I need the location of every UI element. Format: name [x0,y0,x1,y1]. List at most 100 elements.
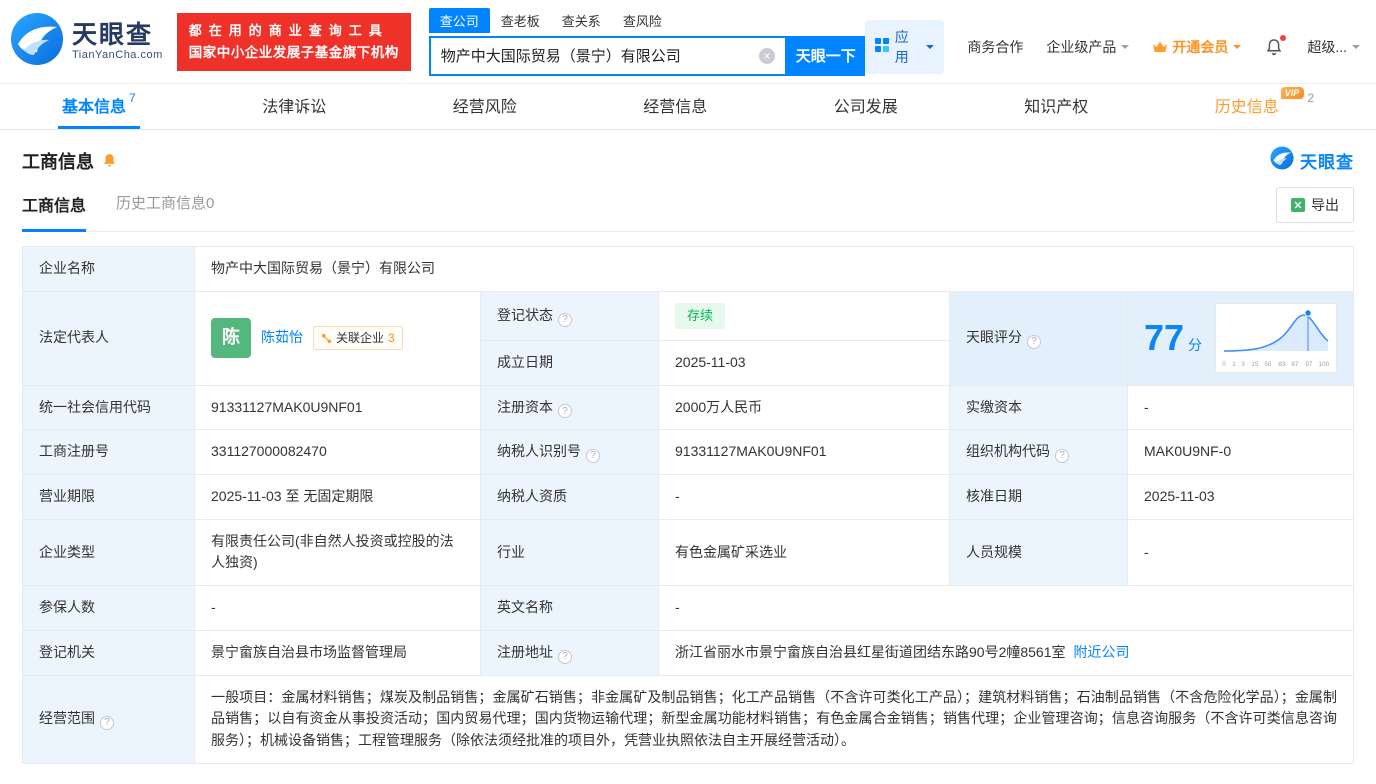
tab-operating-info[interactable]: 经营信息 [639,84,711,129]
field-value-credit-code: 91331127MAK0U9NF01 [194,384,481,431]
legal-rep-name-link[interactable]: 陈茹怡 [261,327,303,349]
search-tab-relation[interactable]: 查关系 [551,8,612,33]
tab-basic-info[interactable]: 基本信息 7 [58,84,140,129]
export-label: 导出 [1311,197,1339,213]
table-row: 参保人数 - 英文名称 - [22,585,1354,631]
tab-label: 经营信息 [643,99,708,116]
chevron-down-icon [1233,44,1242,53]
field-value-org-code: MAK0U9NF-0 [1127,429,1354,476]
field-label-text: 登记状态 [497,306,553,323]
field-value-en-name: - [658,585,1354,631]
axis-tick: 0 [1222,361,1226,368]
subtab-history-business-info[interactable]: 历史工商信息0 [116,192,214,232]
subscribe-bell-icon[interactable] [101,152,118,169]
field-label-legal-rep: 法定代表人 [22,290,195,386]
tab-legal-proceedings[interactable]: 法律诉讼 [258,84,330,129]
axis-tick: 50 [1264,361,1272,368]
field-value-paid-capital: - [1127,384,1354,431]
super-vip-menu[interactable]: 超级... [1307,37,1360,57]
crown-icon [1152,40,1168,54]
tab-label: 基本信息 [62,99,127,116]
axis-tick: 1 [1231,361,1236,368]
nearby-companies-link[interactable]: 附近公司 [1074,644,1130,660]
table-row: 统一社会信用代码 91331127MAK0U9NF01 注册资本? 2000万人… [22,384,1354,431]
table-row: 法定代表人 陈 陈茹怡 关联企业 3 登记状态 ? 存续 天眼评分 ? 77 分… [22,290,1354,386]
help-icon[interactable]: ? [558,312,572,327]
field-value-approve-date: 2025-11-03 [1127,474,1354,520]
axis-tick: 15 [1251,361,1259,368]
score-axis: 0 1 3 15 50 83 87 97 100 [1220,360,1332,371]
enterprise-product-menu[interactable]: 企业级产品 [1046,37,1130,57]
score-value: 77 [1144,317,1185,359]
field-label-industry: 行业 [480,518,659,587]
table-row: 企业名称 物产中大国际贸易（景宁）有限公司 [22,246,1354,292]
related-companies-label: 关联企业 [336,330,385,345]
subtab-row: 工商信息 历史工商信息0 导出 [22,187,1354,232]
help-icon[interactable]: ? [1055,449,1069,464]
tab-label: 公司发展 [833,99,898,116]
table-row: 经营范围? 一般项目：金属材料销售；煤炭及制品销售；金属矿石销售；非金属矿及制品… [22,674,1354,764]
vip-upgrade-menu[interactable]: 开通会员 [1152,37,1242,57]
header-right-nav: 应用 商务合作 企业级产品 开通会员 超级... [864,10,1360,74]
excel-icon [1291,198,1305,212]
field-value-reg-no: 331127000082470 [194,429,481,476]
search-area: 查公司 查老板 查关系 查风险 × 天眼一下 [428,7,865,76]
table-row: 企业类型 有限责任公司(非自然人投资或控股的法人独资) 行业 有色金属矿采选业 … [22,518,1354,587]
axis-tick: 83 [1278,361,1286,368]
tab-intellectual-property[interactable]: 知识产权 [1020,84,1092,129]
search-button[interactable]: 天眼一下 [786,35,865,76]
tab-history-info[interactable]: 历史信息 VIP 2 [1211,84,1318,129]
help-icon[interactable]: ? [1027,334,1041,349]
export-button[interactable]: 导出 [1276,187,1354,223]
tab-label: 知识产权 [1024,99,1089,116]
related-companies-badge[interactable]: 关联企业 3 [313,325,403,351]
field-label-en-name: 英文名称 [480,585,659,631]
content: 工商信息 天眼查 工商信息 历史工商信息0 导出 企业名称 物产中大国际贸易（景… [0,130,1376,784]
enterprise-product-label: 企业级产品 [1046,38,1117,55]
watermark-logo-text: 天眼查 [1300,153,1354,172]
field-value-taxpayer-quality: - [658,474,950,520]
search-input[interactable] [430,47,759,64]
field-value-company-name: 物产中大国际贸易（景宁）有限公司 [194,246,1354,292]
site-logo[interactable]: 天眼查 TianYanCha.com [10,12,163,71]
clear-icon[interactable]: × [758,47,775,64]
top-header: 天眼查 TianYanCha.com 都在用的商业查询工具 国家中小企业发展子基… [0,0,1376,84]
field-label-scope: 经营范围? [22,674,195,764]
field-label-org-code: 组织机构代码? [949,429,1128,476]
search-tabs: 查公司 查老板 查关系 查风险 [428,7,865,33]
apps-menu[interactable]: 应用 [864,19,945,74]
vip-upgrade-label: 开通会员 [1172,38,1229,55]
apps-grid-icon [874,38,889,55]
section-title: 工商信息 [22,151,94,172]
chevron-down-icon [1352,44,1360,53]
search-input-wrap: × [428,35,787,76]
notification-bell-icon[interactable] [1264,34,1287,57]
field-label-address: 注册地址? [480,629,659,676]
status-badge: 存续 [675,302,726,329]
search-tab-company[interactable]: 查公司 [428,7,490,33]
business-info-table: 企业名称 物产中大国际贸易（景宁）有限公司 法定代表人 陈 陈茹怡 关联企业 3… [22,246,1354,764]
field-label-staff: 人员规模 [949,518,1128,587]
help-icon[interactable]: ? [558,404,572,419]
promo-banner: 都在用的商业查询工具 国家中小企业发展子基金旗下机构 [176,12,411,71]
subtab-business-info[interactable]: 工商信息 [22,192,87,232]
field-label-text: 经营范围 [39,710,95,727]
help-icon[interactable]: ? [558,649,572,664]
field-label-taxpayer-quality: 纳税人资质 [480,474,659,520]
help-icon[interactable]: ? [586,449,600,464]
page: 天眼查 TianYanCha.com 都在用的商业查询工具 国家中小企业发展子基… [0,0,1376,784]
field-label-text: 注册地址 [497,643,553,660]
tab-company-development[interactable]: 公司发展 [830,84,902,129]
field-value-taxpayer-no: 91331127MAK0U9NF01 [658,429,950,476]
legal-rep-avatar[interactable]: 陈 [211,318,251,359]
business-cooperation-link[interactable]: 商务合作 [967,37,1023,57]
logo-text: 天眼查 TianYanCha.com [72,21,163,61]
field-value-score[interactable]: 77 分 0 1 3 15 50 83 87 97 100 [1127,290,1354,386]
search-tab-boss[interactable]: 查老板 [490,8,551,33]
tab-operating-risk[interactable]: 经营风险 [449,84,521,129]
help-icon[interactable]: ? [100,715,114,730]
search-box: × 天眼一下 [428,35,865,76]
table-row: 工商注册号 331127000082470 纳税人识别号? 91331127MA… [22,429,1354,476]
score-chart: 0 1 3 15 50 83 87 97 100 [1215,303,1337,373]
search-tab-risk[interactable]: 查风险 [612,8,673,33]
